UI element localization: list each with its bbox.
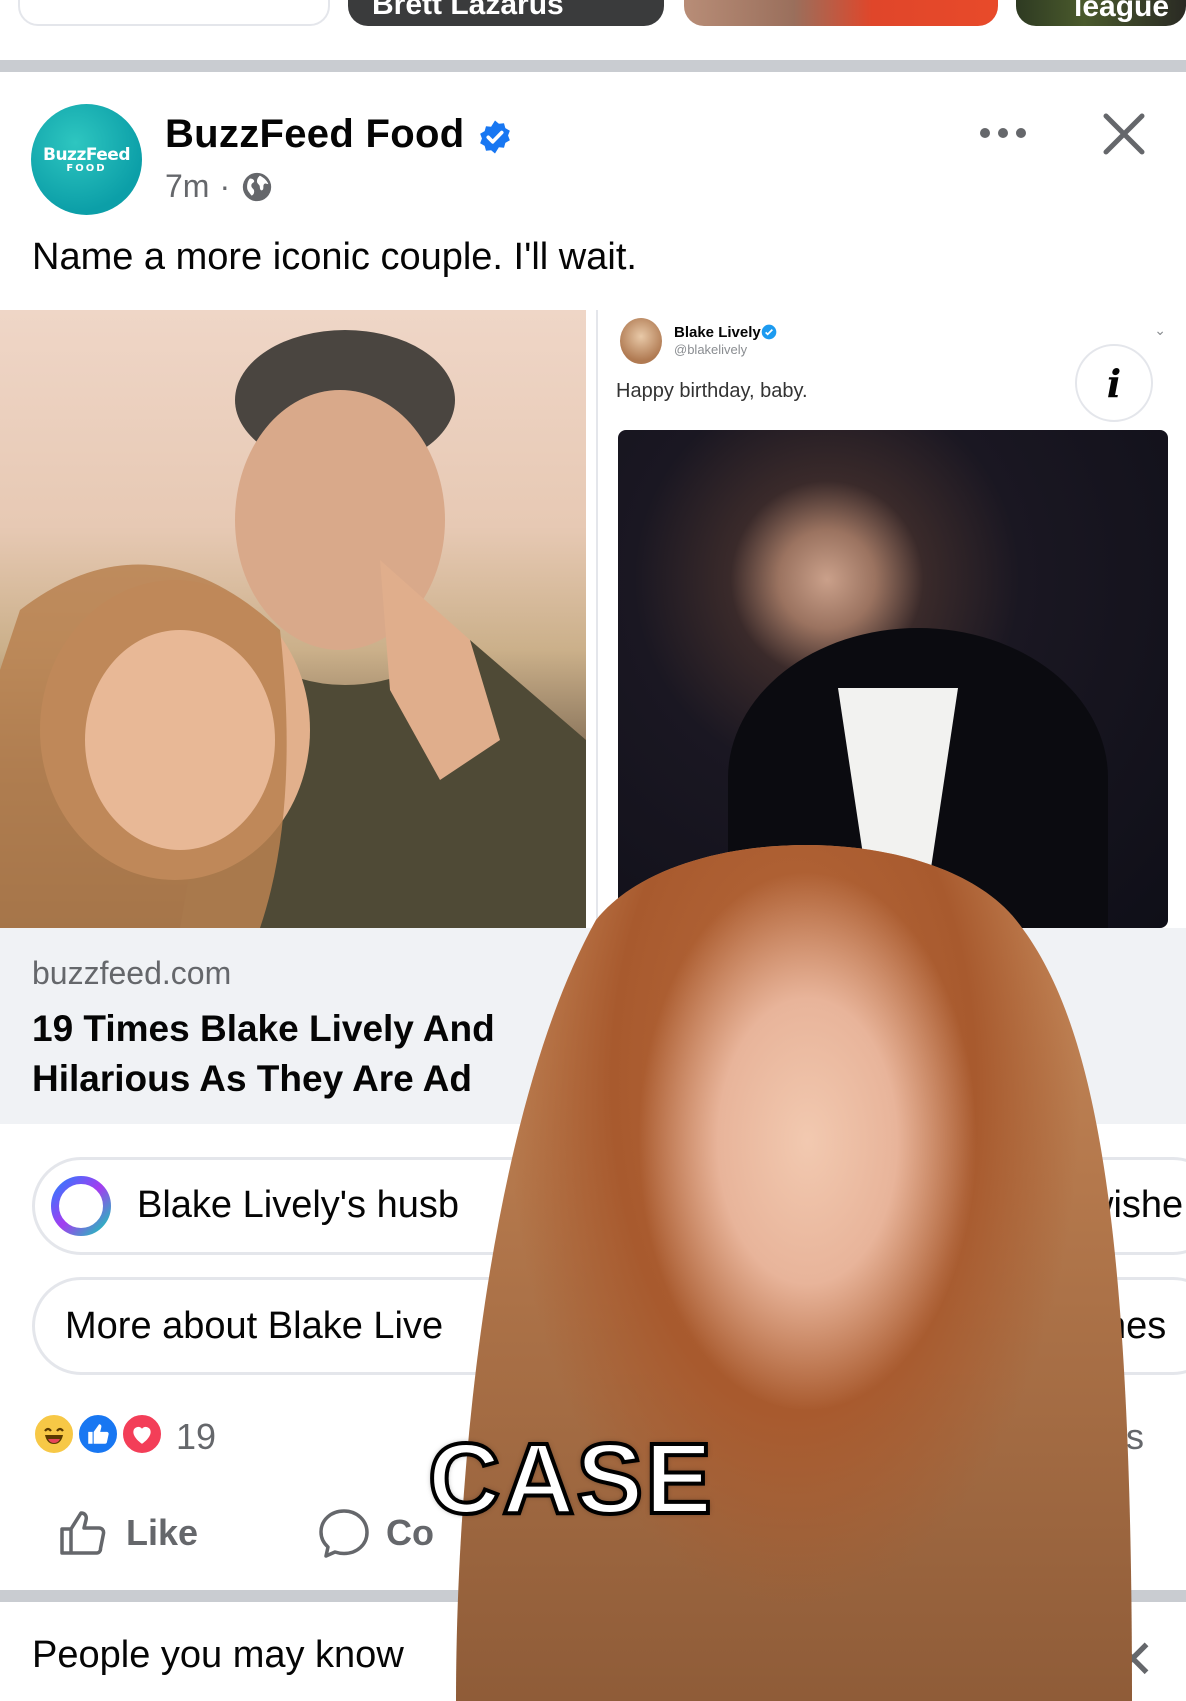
avatar-logo-text: BuzzFeed: [42, 145, 131, 165]
like-label: Like: [126, 1512, 199, 1553]
chevron-down-icon: ⌄: [1154, 322, 1166, 338]
page-avatar[interactable]: BuzzFeed FOOD: [31, 104, 142, 215]
feed-divider: [0, 60, 1186, 72]
tweet-text: Happy birthday, baby.: [616, 380, 808, 402]
meta-separator: ·: [219, 168, 231, 204]
story-chip[interactable]: [18, 0, 330, 26]
post-text: Name a more iconic couple. I'll wait.: [32, 236, 637, 278]
reaction-count[interactable]: 19: [176, 1416, 216, 1458]
comment-label: Co: [386, 1512, 434, 1553]
verified-badge-icon: [480, 120, 510, 154]
story-chip[interactable]: [684, 0, 998, 26]
tweet-embed[interactable]: Blake Lively @blakelively ⌄ Happy birthd…: [596, 310, 1186, 928]
tweet-verified-icon: [761, 324, 777, 340]
tweet-avatar: [620, 318, 662, 364]
video-caption: CASE: [426, 1421, 714, 1537]
tweet-handle: @blakelively: [674, 342, 748, 357]
tweet-photo: [618, 430, 1168, 928]
story-chip-label: league: [1074, 0, 1170, 23]
meta-ai-icon: [51, 1176, 111, 1236]
haha-reaction-icon: [32, 1412, 76, 1456]
story-chip[interactable]: Brett Lazarus: [348, 0, 664, 26]
related-topic-text: More about Blake Live: [65, 1305, 444, 1347]
shares-count[interactable]: s: [1126, 1416, 1144, 1458]
story-chip[interactable]: league: [1016, 0, 1186, 26]
people-you-may-know-title: People you may know: [32, 1634, 404, 1676]
ai-suggestion-text: Blake Lively's husb: [137, 1184, 459, 1226]
post-meta: 7m ·: [165, 168, 274, 205]
comment-button[interactable]: Co: [316, 1508, 434, 1558]
close-icon[interactable]: [1102, 112, 1146, 156]
love-reaction-icon: [120, 1412, 164, 1456]
tweet-author: Blake Lively: [674, 324, 761, 341]
avatar-logo-subtext: FOOD: [66, 163, 107, 174]
globe-icon: [242, 172, 272, 201]
like-reaction-icon: [76, 1412, 120, 1456]
info-button[interactable]: i: [1075, 344, 1153, 422]
comment-bubble-icon: [319, 1509, 369, 1558]
link-title-line1: 19 Times Blake Lively And: [32, 1008, 495, 1049]
couple-photo[interactable]: [0, 310, 586, 928]
link-title-line2: Hilarious As They Are Ad: [32, 1058, 472, 1099]
stories-strip: Brett Lazarus league: [0, 0, 1186, 60]
post-time[interactable]: 7m: [165, 168, 209, 205]
thumbs-up-icon: [60, 1511, 106, 1555]
story-chip-label: Brett Lazarus: [372, 0, 564, 21]
more-options-icon[interactable]: [975, 115, 1031, 151]
reaction-summary[interactable]: [32, 1412, 172, 1460]
couple-photo-illustration: [0, 330, 586, 928]
link-domain: buzzfeed.com: [32, 955, 232, 991]
page-name[interactable]: BuzzFeed Food: [165, 112, 464, 157]
like-button[interactable]: Like: [56, 1508, 198, 1558]
